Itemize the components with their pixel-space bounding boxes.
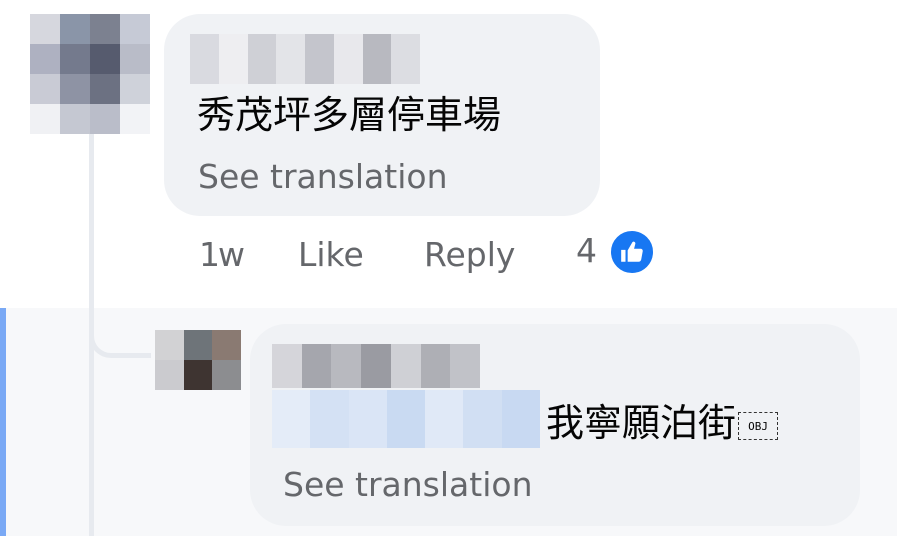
blur-block	[361, 344, 391, 388]
avatar-pixel	[30, 74, 60, 104]
blur-block	[333, 34, 363, 84]
blur-block	[190, 34, 219, 84]
avatar-pixel	[30, 104, 60, 134]
avatar-pixel	[60, 104, 90, 134]
blur-block	[310, 390, 349, 448]
replier-avatar[interactable]	[155, 330, 241, 390]
blur-block	[276, 34, 305, 84]
blur-block	[425, 390, 464, 448]
avatar-pixel	[30, 14, 60, 44]
like-button[interactable]: Like	[298, 238, 364, 271]
blur-block	[420, 344, 451, 388]
blur-block	[331, 344, 362, 388]
replier-name-blurred[interactable]	[272, 344, 481, 388]
commenter-avatar[interactable]	[30, 14, 150, 134]
blur-block	[390, 344, 421, 388]
blur-block	[247, 34, 277, 84]
blur-block	[272, 390, 311, 448]
blur-block	[305, 34, 334, 84]
mentioned-user-blurred[interactable]	[272, 390, 540, 448]
reply-see-translation-link[interactable]: See translation	[283, 468, 532, 501]
avatar-pixel	[183, 330, 213, 360]
blur-block	[463, 390, 502, 448]
avatar-pixel	[60, 44, 90, 74]
blur-block	[391, 34, 420, 84]
reaction-count[interactable]: 4	[576, 234, 597, 267]
commenter-name-blurred[interactable]	[190, 34, 420, 84]
reply-connector-elbow	[89, 300, 151, 358]
avatar-pixel	[212, 360, 241, 390]
comment-timestamp[interactable]: 1w	[199, 238, 245, 271]
object-placeholder-glyph: OBJ	[738, 411, 779, 440]
see-translation-link[interactable]: See translation	[198, 160, 447, 193]
avatar-pixel	[90, 14, 120, 44]
like-reaction-icon[interactable]	[609, 229, 655, 275]
avatar-pixel	[90, 44, 120, 74]
reply-text-content: 我寧願泊街	[546, 401, 737, 445]
reply-button[interactable]: Reply	[424, 238, 515, 271]
avatar-pixel	[90, 104, 120, 134]
avatar-pixel	[60, 14, 90, 44]
blur-block	[348, 390, 387, 448]
blur-block	[272, 344, 302, 388]
reply-text: 我寧願泊街 OBJ	[546, 401, 779, 445]
avatar-pixel	[155, 330, 184, 360]
avatar-pixel	[212, 330, 241, 360]
avatar-pixel	[120, 104, 150, 134]
avatar-pixel	[60, 74, 90, 104]
thumbs-up-icon	[621, 241, 643, 262]
avatar-pixel	[183, 360, 213, 390]
focus-indicator-bar	[0, 308, 6, 536]
avatar-pixel	[30, 44, 60, 74]
blur-block	[450, 344, 481, 388]
blur-block	[218, 34, 248, 84]
avatar-pixel	[120, 14, 150, 44]
blur-block	[301, 344, 332, 388]
avatar-pixel	[90, 74, 120, 104]
avatar-pixel	[120, 44, 150, 74]
avatar-pixel	[155, 360, 184, 390]
blur-block	[501, 390, 540, 448]
comment-text: 秀茂坪多層停車場	[197, 93, 502, 137]
blur-block	[386, 390, 426, 448]
blur-block	[362, 34, 392, 84]
avatar-pixel	[120, 74, 150, 104]
